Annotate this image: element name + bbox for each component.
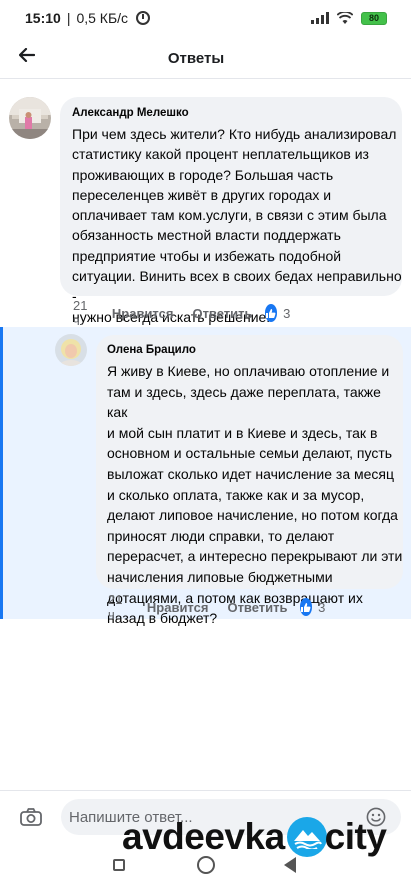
status-time: 15:10 (25, 10, 61, 26)
wifi-icon (337, 11, 353, 25)
status-right: 80 (311, 11, 387, 25)
comment-author[interactable]: Александр Мелешко (72, 107, 402, 119)
like-button[interactable]: Нравится (112, 306, 174, 321)
avatar[interactable] (55, 334, 87, 366)
status-speed: 0,5 КБ/с (76, 10, 129, 26)
highlight-bar (0, 327, 3, 619)
alarm-icon (136, 11, 151, 25)
page-title: Ответы (167, 50, 225, 67)
home-icon[interactable] (197, 856, 215, 874)
comment-time[interactable]: 21 ч. (108, 592, 128, 622)
status-left: 15:10 | 0,5 КБ/с (25, 10, 151, 26)
thumbs-up-icon (264, 304, 278, 322)
like-count[interactable]: 3 (318, 600, 325, 615)
signal-icon (311, 12, 329, 24)
back-triangle-icon[interactable] (284, 857, 296, 873)
avatar[interactable] (9, 97, 51, 139)
status-bar: 15:10 | 0,5 КБ/с 80 (0, 0, 411, 36)
recent-apps-icon[interactable] (113, 859, 125, 871)
reply-composer (0, 790, 411, 842)
navigation-bar (0, 842, 411, 890)
comment-text: При чем здесь жители? Кто нибудь анализи… (72, 126, 402, 325)
emoji-icon[interactable] (366, 807, 386, 832)
comment-author[interactable]: Олена Брацило (107, 344, 403, 356)
comment-actions: 21 ч. Нравится Ответить 3 (108, 592, 325, 622)
reply-button[interactable]: Ответить (227, 600, 287, 615)
comment-bubble[interactable]: Олена Брацило Я живу в Киеве, но оплачив… (96, 335, 403, 626)
like-button[interactable]: Нравится (147, 600, 209, 615)
thumbs-up-icon (299, 598, 313, 616)
header: Ответы (0, 36, 411, 78)
reply-button[interactable]: Ответить (192, 306, 252, 321)
status-separator: | (66, 10, 71, 26)
comment-actions: 21 ч. Нравится Ответить 3 (73, 298, 290, 328)
battery-icon: 80 (361, 11, 387, 25)
reply-input[interactable] (61, 799, 401, 835)
header-divider (0, 78, 411, 79)
comment-bubble[interactable]: Александр Мелешко При чем здесь жители? … (60, 97, 402, 325)
comment-time[interactable]: 21 ч. (73, 298, 93, 328)
comment-text: Я живу в Киеве, но оплачиваю отопление и… (107, 363, 403, 627)
like-count[interactable]: 3 (283, 306, 290, 321)
camera-icon[interactable] (20, 808, 42, 831)
